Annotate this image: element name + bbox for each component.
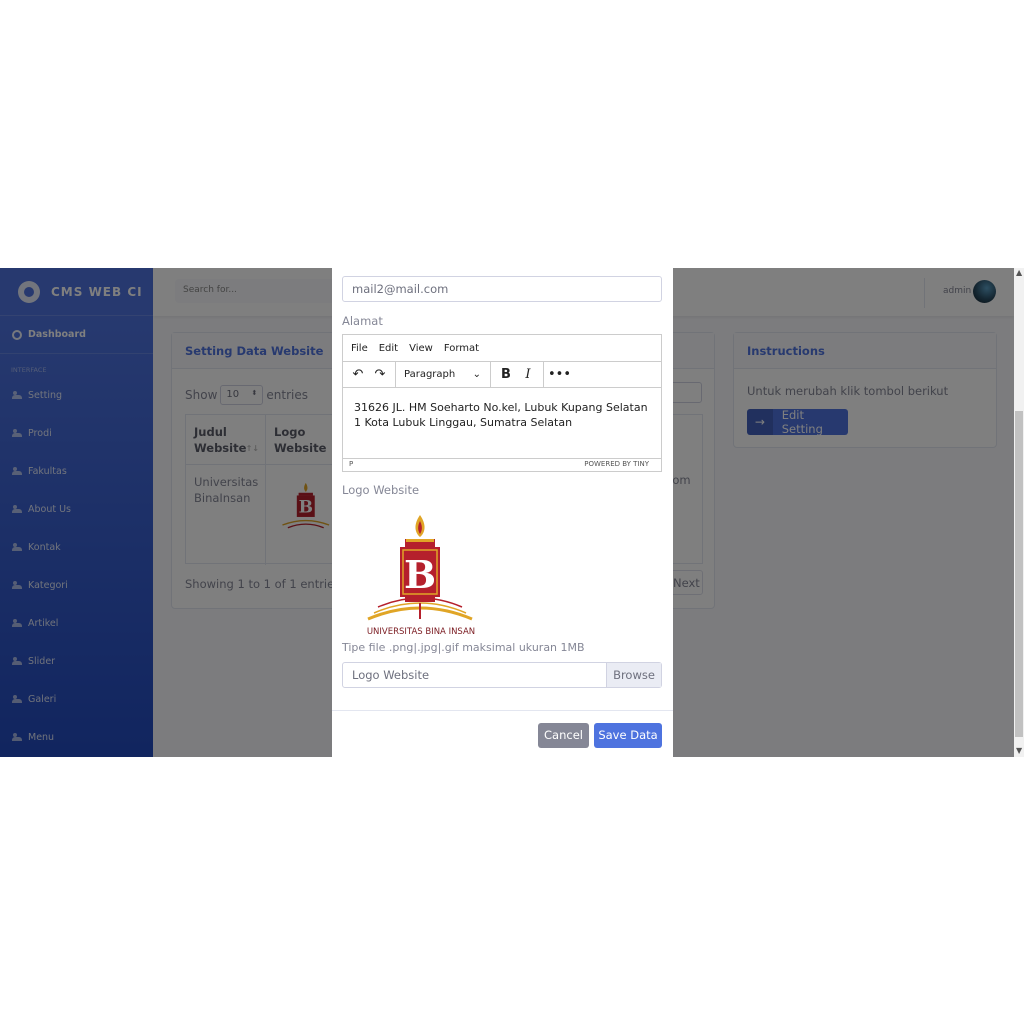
page-scrollbar[interactable]: ▲ ▼ — [1014, 268, 1024, 757]
scroll-thumb[interactable] — [1015, 411, 1023, 737]
logo-label: Logo Website — [342, 483, 420, 497]
editor-content[interactable]: 31626 JL. HM Soeharto No.kel, Lubuk Kupa… — [343, 388, 661, 458]
university-logo: B UNIVERSITAS BINA INSAN — [367, 515, 475, 637]
logo-preview: B UNIVERSITAS BINA INSAN — [360, 513, 485, 637]
browse-button[interactable]: Browse — [606, 663, 661, 687]
italic-icon[interactable]: I — [517, 367, 539, 382]
element-path[interactable]: P — [349, 459, 353, 470]
email-field[interactable]: mail2@mail.com — [342, 276, 662, 302]
menu-edit[interactable]: Edit — [379, 343, 398, 354]
block-format-value: Paragraph — [404, 369, 456, 380]
modal-footer: Cancel Save Data — [332, 710, 673, 757]
editor-menubar: File Edit View Format — [343, 335, 661, 362]
scroll-down-icon[interactable]: ▼ — [1016, 746, 1022, 755]
menu-file[interactable]: File — [351, 343, 368, 354]
menu-view[interactable]: View — [409, 343, 433, 354]
scroll-up-icon[interactable]: ▲ — [1016, 268, 1022, 277]
cancel-button[interactable]: Cancel — [538, 723, 589, 748]
block-format-select[interactable]: Paragraph ⌄ — [400, 369, 486, 380]
format-group: Paragraph ⌄ — [396, 361, 491, 388]
style-group: B I — [491, 361, 544, 388]
edit-setting-modal: mail2@mail.com Alamat File Edit View For… — [332, 268, 673, 757]
menu-format[interactable]: Format — [444, 343, 479, 354]
rich-text-editor: File Edit View Format ↶ ↷ Paragraph ⌄ B — [342, 334, 662, 472]
chevron-down-icon: ⌄ — [472, 369, 481, 380]
alamat-label: Alamat — [342, 314, 383, 328]
file-help-text: Tipe file .png|.jpg|.gif maksimal ukuran… — [342, 641, 585, 654]
undo-icon[interactable]: ↶ — [347, 367, 369, 382]
logo-file-input[interactable]: Logo Website Browse — [342, 662, 662, 688]
bold-icon[interactable]: B — [495, 367, 517, 382]
history-group: ↶ ↷ — [343, 361, 396, 388]
editor-toolbar: ↶ ↷ Paragraph ⌄ B I ••• — [343, 361, 661, 388]
file-input-placeholder: Logo Website — [352, 668, 430, 682]
logo-caption: UNIVERSITAS BINA INSAN — [367, 627, 475, 637]
save-data-button[interactable]: Save Data — [594, 723, 662, 748]
svg-text:B: B — [404, 552, 436, 597]
redo-icon[interactable]: ↷ — [369, 367, 391, 382]
more-icon[interactable]: ••• — [548, 367, 571, 382]
powered-by-link[interactable]: POWERED BY TINY — [584, 459, 649, 470]
app-window: CMS WEB CI Dashboard INTERFACE Setting P… — [0, 268, 1024, 757]
editor-statusbar: P POWERED BY TINY — [343, 458, 661, 470]
more-group: ••• — [544, 362, 574, 388]
